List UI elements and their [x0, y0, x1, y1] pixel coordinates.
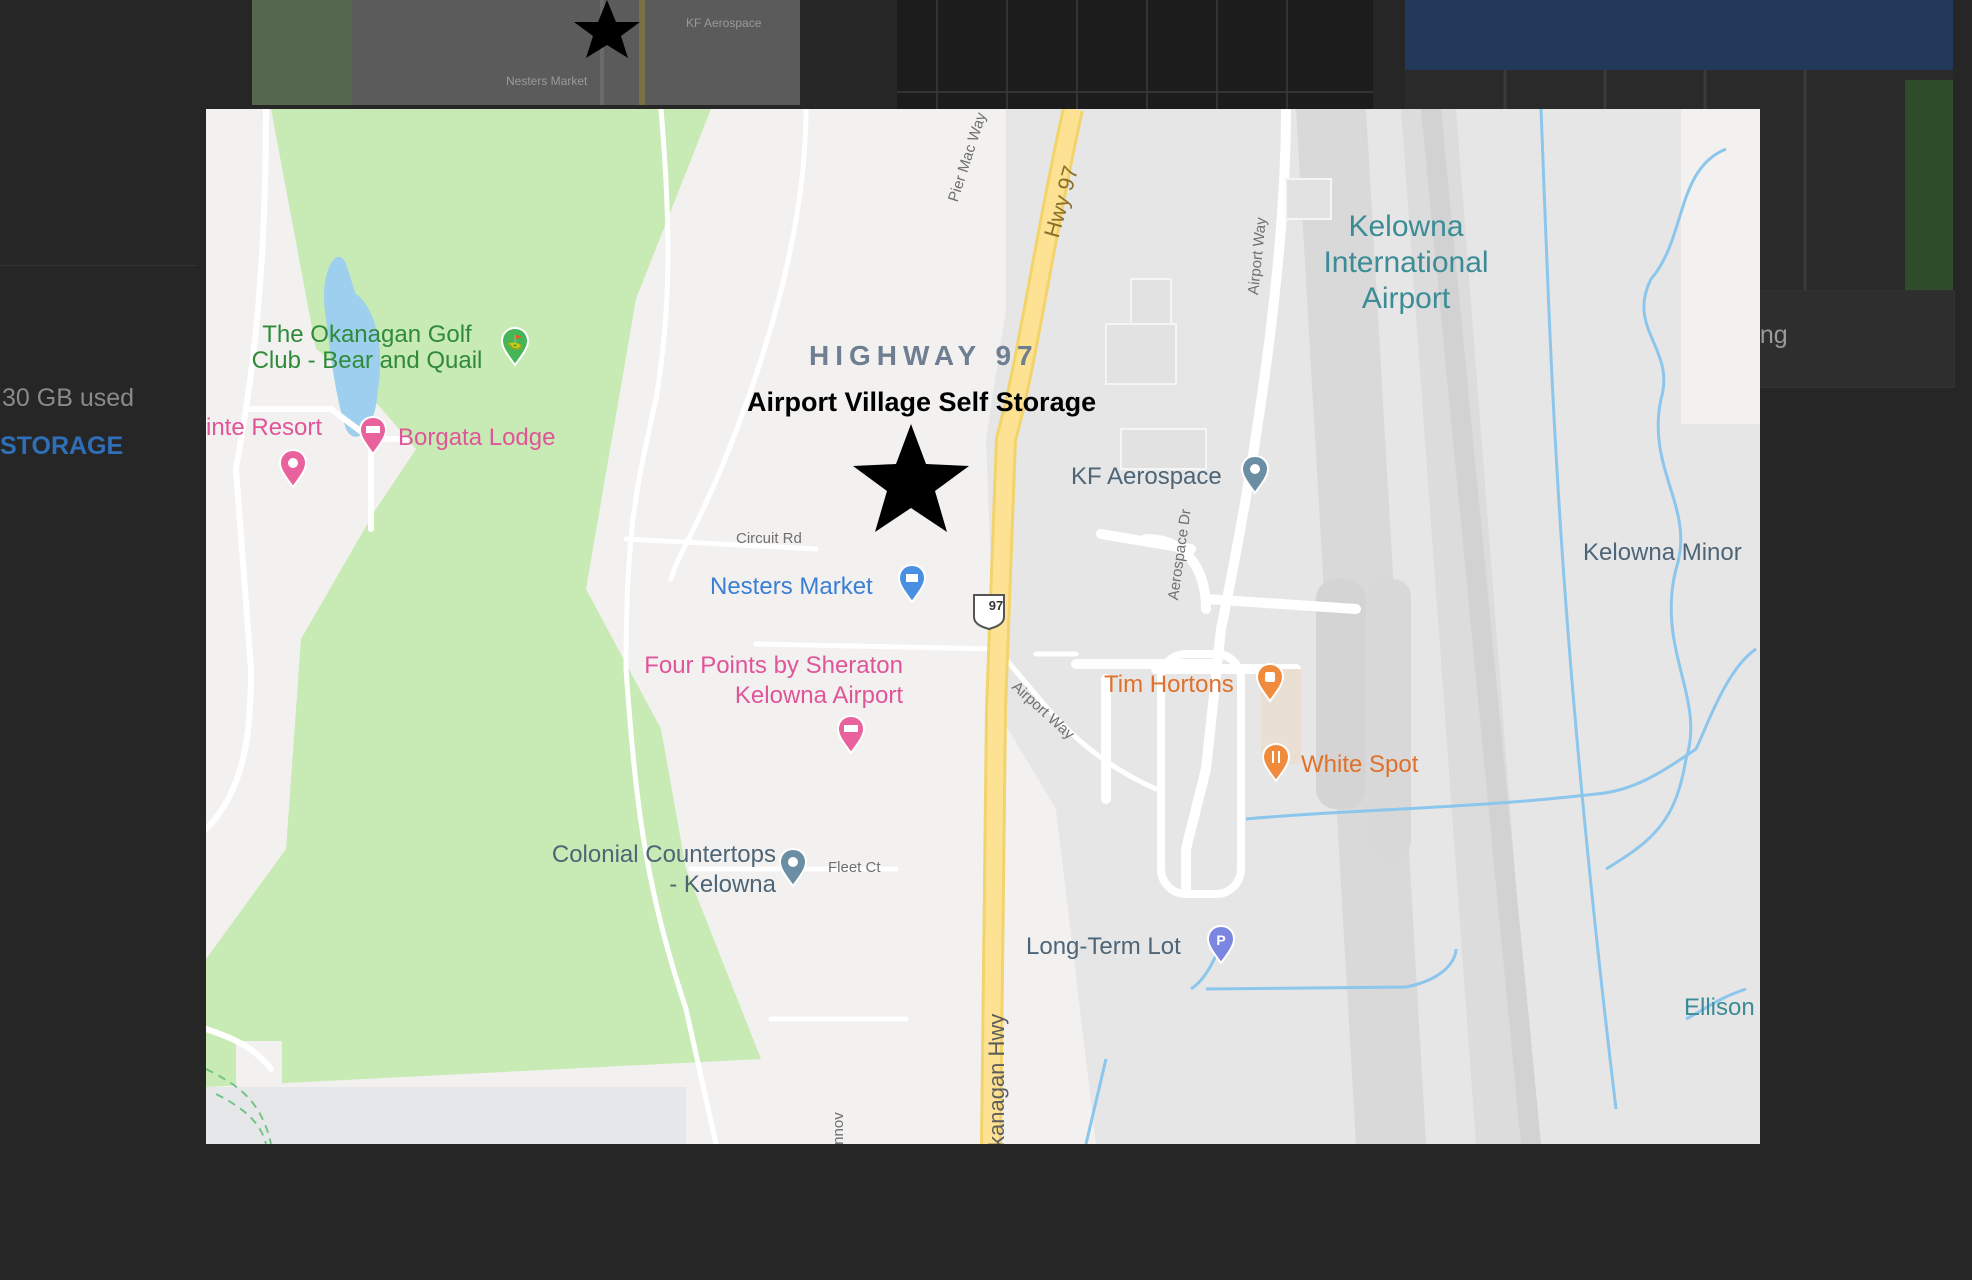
map-thumbnail[interactable]: KF Aerospace Nesters Market — [252, 0, 800, 105]
four-points-line-2: Kelowna Airport — [734, 682, 903, 709]
colonial-pin-icon — [778, 848, 808, 888]
highway-97-label: HIGHWAY 97 — [809, 340, 1039, 371]
colonial-line-2: - Kelowna — [669, 871, 776, 898]
photo-thumbnail-1[interactable] — [897, 0, 1373, 110]
airport-name-line-3: Airport — [1361, 282, 1451, 315]
kelowna-minor-label: Kelowna Minor — [1583, 539, 1742, 566]
map-graphic — [206, 109, 1760, 1144]
ellison-label: Ellison — [1684, 994, 1755, 1021]
nesters-pin-icon — [897, 564, 927, 604]
long-term-lot-label: Long-Term Lot — [1026, 933, 1181, 960]
kf-aerospace-pin-icon — [1240, 455, 1270, 495]
white-spot-label: White Spot — [1301, 751, 1419, 778]
parking-pin-icon: P — [1206, 925, 1236, 965]
golf-label-line-2: Club - Bear and Quail — [251, 347, 483, 375]
storage-link-outer[interactable]: STORAGE — [0, 432, 123, 461]
kf-aerospace-label: KF Aerospace — [1071, 463, 1222, 490]
resort-pin-icon — [278, 449, 308, 489]
svg-text:⛳: ⛳ — [506, 334, 523, 351]
resort-label: inte Resort — [206, 414, 323, 441]
golf-pin-icon: ⛳ — [500, 327, 530, 367]
storage-facility-label: Airport Village Self Storage — [747, 387, 1097, 417]
road-okanagan-hwy: kanagan Hwy — [984, 1013, 1009, 1144]
road-innov: Innov — [830, 1112, 847, 1144]
four-points-pin-icon — [836, 715, 866, 755]
map-image-viewer[interactable]: HIGHWAY 97 Airport Village Self Storage … — [206, 109, 1760, 1144]
airport-name-line-1: Kelowna — [1348, 210, 1464, 243]
borgata-pin-icon — [358, 416, 388, 456]
road-fleet-ct: Fleet Ct — [828, 859, 881, 876]
white-spot-pin-icon — [1261, 743, 1291, 783]
nesters-market-label: Nesters Market — [710, 573, 873, 600]
four-points-label: Four Points by Sheraton Kelowna Airport — [610, 651, 903, 711]
colonial-line-1: Colonial Countertops — [551, 841, 776, 868]
airport-name-line-2: International — [1323, 246, 1489, 279]
golf-club-label: The Okanagan Golf Club - Bear and Quail — [242, 321, 492, 375]
thumb-label-kf: KF Aerospace — [686, 16, 762, 30]
golf-label-line-1: The Okanagan Golf — [262, 321, 472, 348]
road-circuit-rd: Circuit Rd — [736, 530, 802, 547]
airport-name: Kelowna International Airport — [1301, 209, 1511, 317]
borgata-lodge-label: Borgata Lodge — [398, 424, 556, 451]
thumb-label-nesters: Nesters Market — [506, 74, 588, 88]
svg-text:P: P — [1216, 932, 1225, 948]
thumbnail-star-icon — [574, 0, 640, 58]
four-points-line-1: Four Points by Sheraton — [644, 652, 903, 679]
tim-hortons-pin-icon — [1255, 663, 1285, 703]
storage-location-star-icon — [853, 424, 969, 532]
tim-hortons-label: Tim Hortons — [1104, 671, 1234, 698]
highway-shield-number: 97 — [988, 598, 1004, 613]
photo-thumbnail-1-graphic — [897, 0, 1373, 110]
storage-panel — [0, 0, 198, 266]
storage-used-text-outer: 30 GB used — [2, 384, 135, 412]
colonial-countertops-label: Colonial Countertops - Kelowna — [506, 840, 776, 900]
